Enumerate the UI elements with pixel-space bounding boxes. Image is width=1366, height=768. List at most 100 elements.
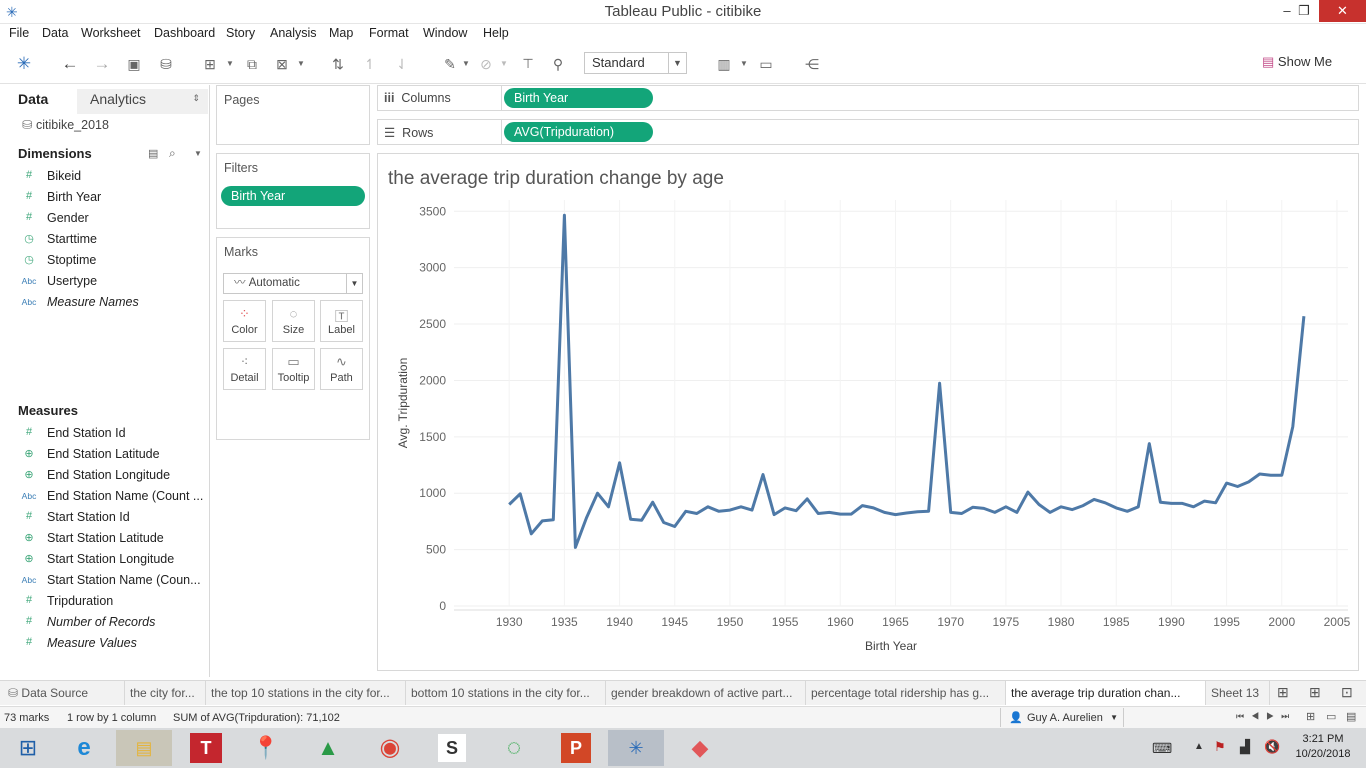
app-t-icon[interactable]: T: [178, 730, 234, 766]
label-button[interactable]: 🅃 Label: [320, 300, 363, 342]
tableau-public-icon[interactable]: ◆: [672, 730, 728, 766]
field-item[interactable]: # Gender: [0, 209, 208, 229]
slack-icon[interactable]: S: [424, 730, 480, 766]
pin-icon[interactable]: ⚲: [548, 54, 568, 74]
field-item[interactable]: Abc End Station Name (Count ...: [0, 487, 208, 507]
field-item[interactable]: ◷ Stoptime: [0, 251, 208, 271]
fit-width-icon[interactable]: ▥: [714, 54, 734, 74]
field-item[interactable]: Abc Start Station Name (Coun...: [0, 571, 208, 591]
highlight-icon[interactable]: ✎: [440, 54, 460, 74]
keyboard-icon[interactable]: ⌨: [1152, 740, 1172, 757]
volume-muted-icon[interactable]: 🔇: [1264, 739, 1280, 755]
line-chart[interactable]: 0 500 1000 1500 2000 2500 3000 3500 1930 1935 1940…: [378, 154, 1358, 670]
field-item[interactable]: # Birth Year: [0, 188, 208, 208]
field-item[interactable]: # Number of Records: [0, 613, 208, 633]
sheet-tab[interactable]: gender breakdown of active part...: [606, 681, 806, 705]
clear-sheet-icon[interactable]: ⊠: [272, 54, 292, 74]
sort-descending-icon[interactable]: ⇃: [392, 54, 412, 74]
new-dashboard-icon[interactable]: ⊞: [1309, 684, 1321, 701]
field-item[interactable]: Abc Measure Names: [0, 293, 208, 313]
chrome-icon[interactable]: ◉: [362, 730, 418, 766]
redo-icon[interactable]: →: [92, 54, 112, 74]
tableau-home-icon[interactable]: ✳: [14, 54, 34, 74]
share-icon[interactable]: ⋲: [802, 54, 822, 74]
tooltip-button[interactable]: ▭ Tooltip: [272, 348, 315, 390]
new-datasource-icon[interactable]: ⛁: [156, 54, 176, 74]
chevron-down-icon[interactable]: ▼: [740, 54, 748, 74]
chevron-down-icon[interactable]: ▼: [500, 54, 508, 74]
menu-window[interactable]: Window: [423, 26, 467, 40]
file-explorer-icon[interactable]: ▤: [116, 730, 172, 766]
menu-format[interactable]: Format: [369, 26, 409, 40]
field-item[interactable]: ◷ Starttime: [0, 230, 208, 250]
menu-file[interactable]: File: [9, 26, 29, 40]
tray-expand-icon[interactable]: ▲: [1194, 741, 1204, 752]
path-button[interactable]: ∿ Path: [320, 348, 363, 390]
field-item[interactable]: # Start Station Id: [0, 508, 208, 528]
undo-icon[interactable]: ←: [60, 54, 80, 74]
show-mark-labels-icon[interactable]: ⊤: [518, 54, 538, 74]
field-item[interactable]: # End Station Id: [0, 424, 208, 444]
progress-app-icon[interactable]: ◌: [486, 730, 542, 766]
size-button[interactable]: ◌ Size: [272, 300, 315, 342]
sheet-tab[interactable]: the city for...: [125, 681, 206, 705]
tab-data-source[interactable]: ⛁ Data Source: [0, 681, 125, 705]
show-me-button[interactable]: ▤ Show Me: [1262, 54, 1332, 70]
tableau-taskbar-icon[interactable]: ✳: [608, 730, 664, 766]
chevron-down-icon[interactable]: ▼: [297, 54, 305, 74]
search-icon[interactable]: ⌕: [169, 146, 176, 161]
network-icon[interactable]: ▟: [1240, 739, 1250, 755]
fit-select[interactable]: Standard ▼: [584, 52, 687, 74]
tab-data[interactable]: Data: [0, 89, 77, 114]
columns-pill-birth-year[interactable]: Birth Year: [504, 88, 653, 108]
sheet-navigation-icon[interactable]: ⏮◀▶⏭: [1236, 711, 1296, 722]
view-list-icon[interactable]: ▤: [148, 147, 158, 160]
field-item[interactable]: ⊕ Start Station Longitude: [0, 550, 208, 570]
sheet-sorter-icon[interactable]: ⊞: [1306, 710, 1315, 723]
chevron-down-icon[interactable]: ▼: [194, 149, 202, 158]
field-item[interactable]: Abc Usertype: [0, 272, 208, 292]
sheet-tab[interactable]: the top 10 stations in the city for...: [206, 681, 406, 705]
filmstrip-icon[interactable]: ▭: [1326, 710, 1336, 723]
new-worksheet-icon[interactable]: ⊞: [200, 54, 220, 74]
detail-button[interactable]: ⁖ Detail: [223, 348, 266, 390]
filters-card[interactable]: Filters Birth Year: [216, 153, 370, 229]
filter-pill-birth-year[interactable]: Birth Year: [221, 186, 365, 206]
columns-shelf[interactable]: iii Columns Birth Year: [377, 85, 1359, 111]
tab-analytics[interactable]: Analytics ⇕: [77, 89, 208, 114]
swap-axes-icon[interactable]: ⇅: [328, 54, 348, 74]
rows-pill-avg-tripduration[interactable]: AVG(Tripduration): [504, 122, 653, 142]
sheet-tab[interactable]: Sheet 13: [1206, 681, 1270, 705]
menu-dashboard[interactable]: Dashboard: [154, 26, 215, 40]
close-button[interactable]: ✕: [1319, 0, 1366, 22]
datasource-item[interactable]: ⛁ citibike_2018: [22, 117, 109, 132]
maps-pin-icon[interactable]: 📍: [238, 730, 294, 766]
presentation-mode-icon[interactable]: ▭: [756, 54, 776, 74]
color-button[interactable]: ⁘ Color: [223, 300, 266, 342]
field-item[interactable]: # Bikeid: [0, 167, 208, 187]
menu-data[interactable]: Data: [42, 26, 68, 40]
mark-type-select[interactable]: 〰 Automatic ▼: [223, 273, 363, 294]
sheet-tab-active[interactable]: the average trip duration chan...: [1006, 681, 1206, 705]
google-drive-icon[interactable]: ▲: [300, 730, 356, 766]
action-center-icon[interactable]: ⚑: [1214, 739, 1226, 755]
save-icon[interactable]: ▣: [124, 54, 144, 74]
new-story-icon[interactable]: ⊡: [1341, 684, 1353, 701]
field-item[interactable]: ⊕ End Station Longitude: [0, 466, 208, 486]
rows-shelf[interactable]: ☰ Rows AVG(Tripduration): [377, 119, 1359, 145]
sheet-tab[interactable]: percentage total ridership has g...: [806, 681, 1006, 705]
menu-worksheet[interactable]: Worksheet: [81, 26, 141, 40]
duplicate-sheet-icon[interactable]: ⧉: [242, 54, 262, 74]
sheet-tab[interactable]: bottom 10 stations in the city for...: [406, 681, 606, 705]
sort-ascending-icon[interactable]: ↿: [360, 54, 380, 74]
group-members-icon[interactable]: ⊘: [476, 54, 496, 74]
tabs-icon[interactable]: ▤: [1346, 710, 1356, 723]
internet-explorer-icon[interactable]: e: [56, 730, 112, 766]
field-item[interactable]: ⊕ Start Station Latitude: [0, 529, 208, 549]
chevron-down-icon[interactable]: ▼: [226, 54, 234, 74]
field-item[interactable]: # Tripduration: [0, 592, 208, 612]
pages-card[interactable]: Pages: [216, 85, 370, 145]
field-item[interactable]: # Measure Values: [0, 634, 208, 654]
windows-start-icon[interactable]: ⊞: [0, 730, 56, 766]
powerpoint-icon[interactable]: P: [548, 730, 604, 766]
